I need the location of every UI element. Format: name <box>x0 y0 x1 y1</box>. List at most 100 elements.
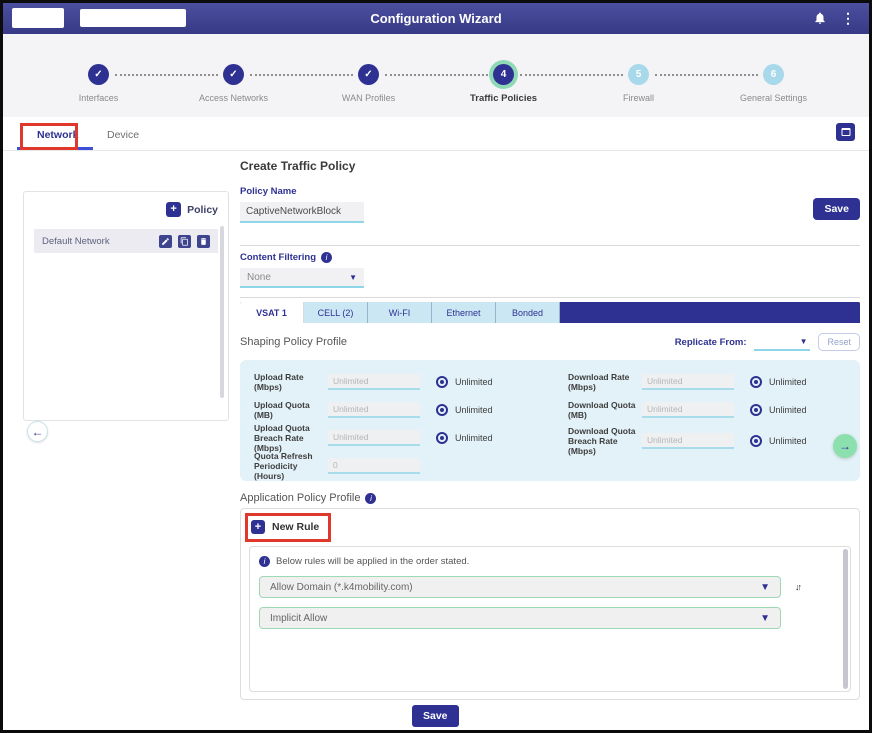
tab-ethernet[interactable]: Ethernet <box>432 302 496 323</box>
unlimited-radio-label: Unlimited <box>455 433 493 443</box>
step-traffic-policies[interactable]: 4 Traffic Policies <box>436 64 571 104</box>
unlimited-radio[interactable] <box>436 404 448 416</box>
step-label: Firewall <box>571 93 706 103</box>
step-access-networks[interactable]: ✓ Access Networks <box>166 64 301 104</box>
delete-icon[interactable] <box>197 235 210 248</box>
upload-quota-breach-input[interactable] <box>328 430 420 446</box>
add-policy-label: Policy <box>187 204 218 216</box>
reset-button[interactable]: Reset <box>818 333 860 351</box>
network-name: Default Network <box>42 236 110 247</box>
unlimited-radio[interactable] <box>750 404 762 416</box>
replicate-from-select[interactable]: ▼ <box>754 334 810 351</box>
tab-wifi[interactable]: Wi-FI <box>368 302 432 323</box>
back-arrow-icon: ← <box>32 425 44 439</box>
rule-implicit-allow-select[interactable]: Implicit Allow ▼ <box>259 607 781 629</box>
wan-tabbar-filler <box>560 302 860 323</box>
step-number: 6 <box>763 64 784 85</box>
tab-vsat1[interactable]: VSAT 1 <box>240 302 304 323</box>
rules-scrollbar[interactable] <box>843 549 848 689</box>
active-tab-underline <box>17 147 93 150</box>
logo-placeholder <box>12 8 64 28</box>
unlimited-radio[interactable] <box>750 435 762 447</box>
step-check-icon: ✓ <box>223 64 244 85</box>
quota-refresh-input[interactable] <box>328 458 420 474</box>
wan-tabbar: VSAT 1 CELL (2) Wi-FI Ethernet Bonded <box>240 302 860 323</box>
traffic-policy-form: Create Traffic Policy Policy Name Save C… <box>240 159 860 700</box>
step-check-icon: ✓ <box>358 64 379 85</box>
policy-list-panel: + Policy Default Network <box>23 191 229 421</box>
expand-view-button[interactable] <box>836 123 855 141</box>
kebab-menu-icon[interactable]: ⋮ <box>841 9 855 27</box>
header-label-placeholder <box>80 9 186 27</box>
step-wan-profiles[interactable]: ✓ WAN Profiles <box>301 64 436 104</box>
shaping-profile-title: Shaping Policy Profile <box>240 336 347 348</box>
wizard-stepper-section: ✓ Interfaces ✓ Access Networks ✓ WAN Pro… <box>3 34 869 117</box>
step-number: 5 <box>628 64 649 85</box>
reorder-handle-icon[interactable]: ↓↑ <box>795 582 800 592</box>
save-bottom-button[interactable]: Save <box>412 705 459 727</box>
replicate-from-label: Replicate From: <box>675 337 747 348</box>
form-title: Create Traffic Policy <box>240 159 860 173</box>
content-filtering-label: Content Filtering <box>240 252 316 263</box>
app-window: Configuration Wizard ⋮ ✓ Interfaces ✓ Ac… <box>0 0 872 733</box>
divider <box>240 245 860 246</box>
upload-rate-label: Upload Rate (Mbps) <box>254 372 328 392</box>
policy-name-input[interactable] <box>240 202 364 223</box>
step-label: WAN Profiles <box>301 93 436 103</box>
tab-cell[interactable]: CELL (2) <box>304 302 368 323</box>
step-label: Traffic Policies <box>436 93 571 104</box>
step-label: Interfaces <box>31 93 166 103</box>
policy-name-label: Policy Name <box>240 186 860 197</box>
list-item-default-network[interactable]: Default Network <box>34 229 218 253</box>
upload-quota-breach-label: Upload Quota Breach Rate (Mbps) <box>254 423 328 454</box>
info-icon[interactable]: i <box>365 493 376 504</box>
rules-order-note: Below rules will be applied in the order… <box>276 556 469 567</box>
notifications-bell-icon[interactable] <box>813 11 827 25</box>
unlimited-radio[interactable] <box>750 376 762 388</box>
shaping-policy-panel: Upload Rate (Mbps) Unlimited Upload Quot… <box>240 360 860 481</box>
step-interfaces[interactable]: ✓ Interfaces <box>31 64 166 104</box>
tab-device[interactable]: Device <box>107 129 139 141</box>
step-firewall[interactable]: 5 Firewall <box>571 64 706 104</box>
divider <box>240 297 860 298</box>
download-quota-breach-input[interactable] <box>642 433 734 449</box>
add-policy-button[interactable]: + Policy <box>34 202 218 217</box>
tab-network[interactable]: Network <box>37 129 78 141</box>
download-quota-input[interactable] <box>642 402 734 418</box>
info-icon[interactable]: i <box>321 252 332 263</box>
rules-list-box: i Below rules will be applied in the ord… <box>249 546 851 692</box>
rule-row: Implicit Allow ▼ <box>259 607 841 629</box>
tab-bonded[interactable]: Bonded <box>496 302 560 323</box>
content-filtering-select[interactable]: None ▼ <box>240 268 364 288</box>
rule-allow-domain-select[interactable]: Allow Domain (*.k4mobility.com) ▼ <box>259 576 781 598</box>
unlimited-radio-label: Unlimited <box>455 405 493 415</box>
unlimited-radio[interactable] <box>436 432 448 444</box>
rule-label: Implicit Allow <box>270 613 327 624</box>
rule-label: Allow Domain (*.k4mobility.com) <box>270 582 413 593</box>
chevron-down-icon: ▼ <box>349 273 357 282</box>
edit-icon[interactable] <box>159 235 172 248</box>
new-rule-button[interactable]: + New Rule <box>249 517 321 537</box>
info-icon: i <box>259 556 270 567</box>
new-rule-label: New Rule <box>272 521 319 533</box>
upload-quota-input[interactable] <box>328 402 420 418</box>
download-quota-breach-label: Download Quota Breach Rate (Mbps) <box>568 426 642 457</box>
scope-tabbar: Network Device <box>3 117 869 151</box>
step-general-settings[interactable]: 6 General Settings <box>706 64 841 104</box>
page-title: Configuration Wizard <box>370 11 501 26</box>
application-policy-box: + New Rule i Below rules will be applied… <box>240 508 860 700</box>
unlimited-radio-label: Unlimited <box>455 377 493 387</box>
chevron-down-icon: ▼ <box>800 337 808 346</box>
upload-quota-label: Upload Quota (MB) <box>254 400 328 420</box>
copy-icon[interactable] <box>178 235 191 248</box>
back-arrow-button[interactable]: ← <box>27 421 48 442</box>
policy-list-scrollbar[interactable] <box>220 226 224 398</box>
save-policy-button[interactable]: Save <box>813 198 860 220</box>
content-filtering-value: None <box>247 272 271 283</box>
download-rate-input[interactable] <box>642 374 734 390</box>
upload-rate-input[interactable] <box>328 374 420 390</box>
rule-row: Allow Domain (*.k4mobility.com) ▼ ↓↑ <box>259 576 841 598</box>
next-arrow-button[interactable]: → <box>833 434 857 458</box>
unlimited-radio[interactable] <box>436 376 448 388</box>
plus-icon: + <box>166 202 181 217</box>
